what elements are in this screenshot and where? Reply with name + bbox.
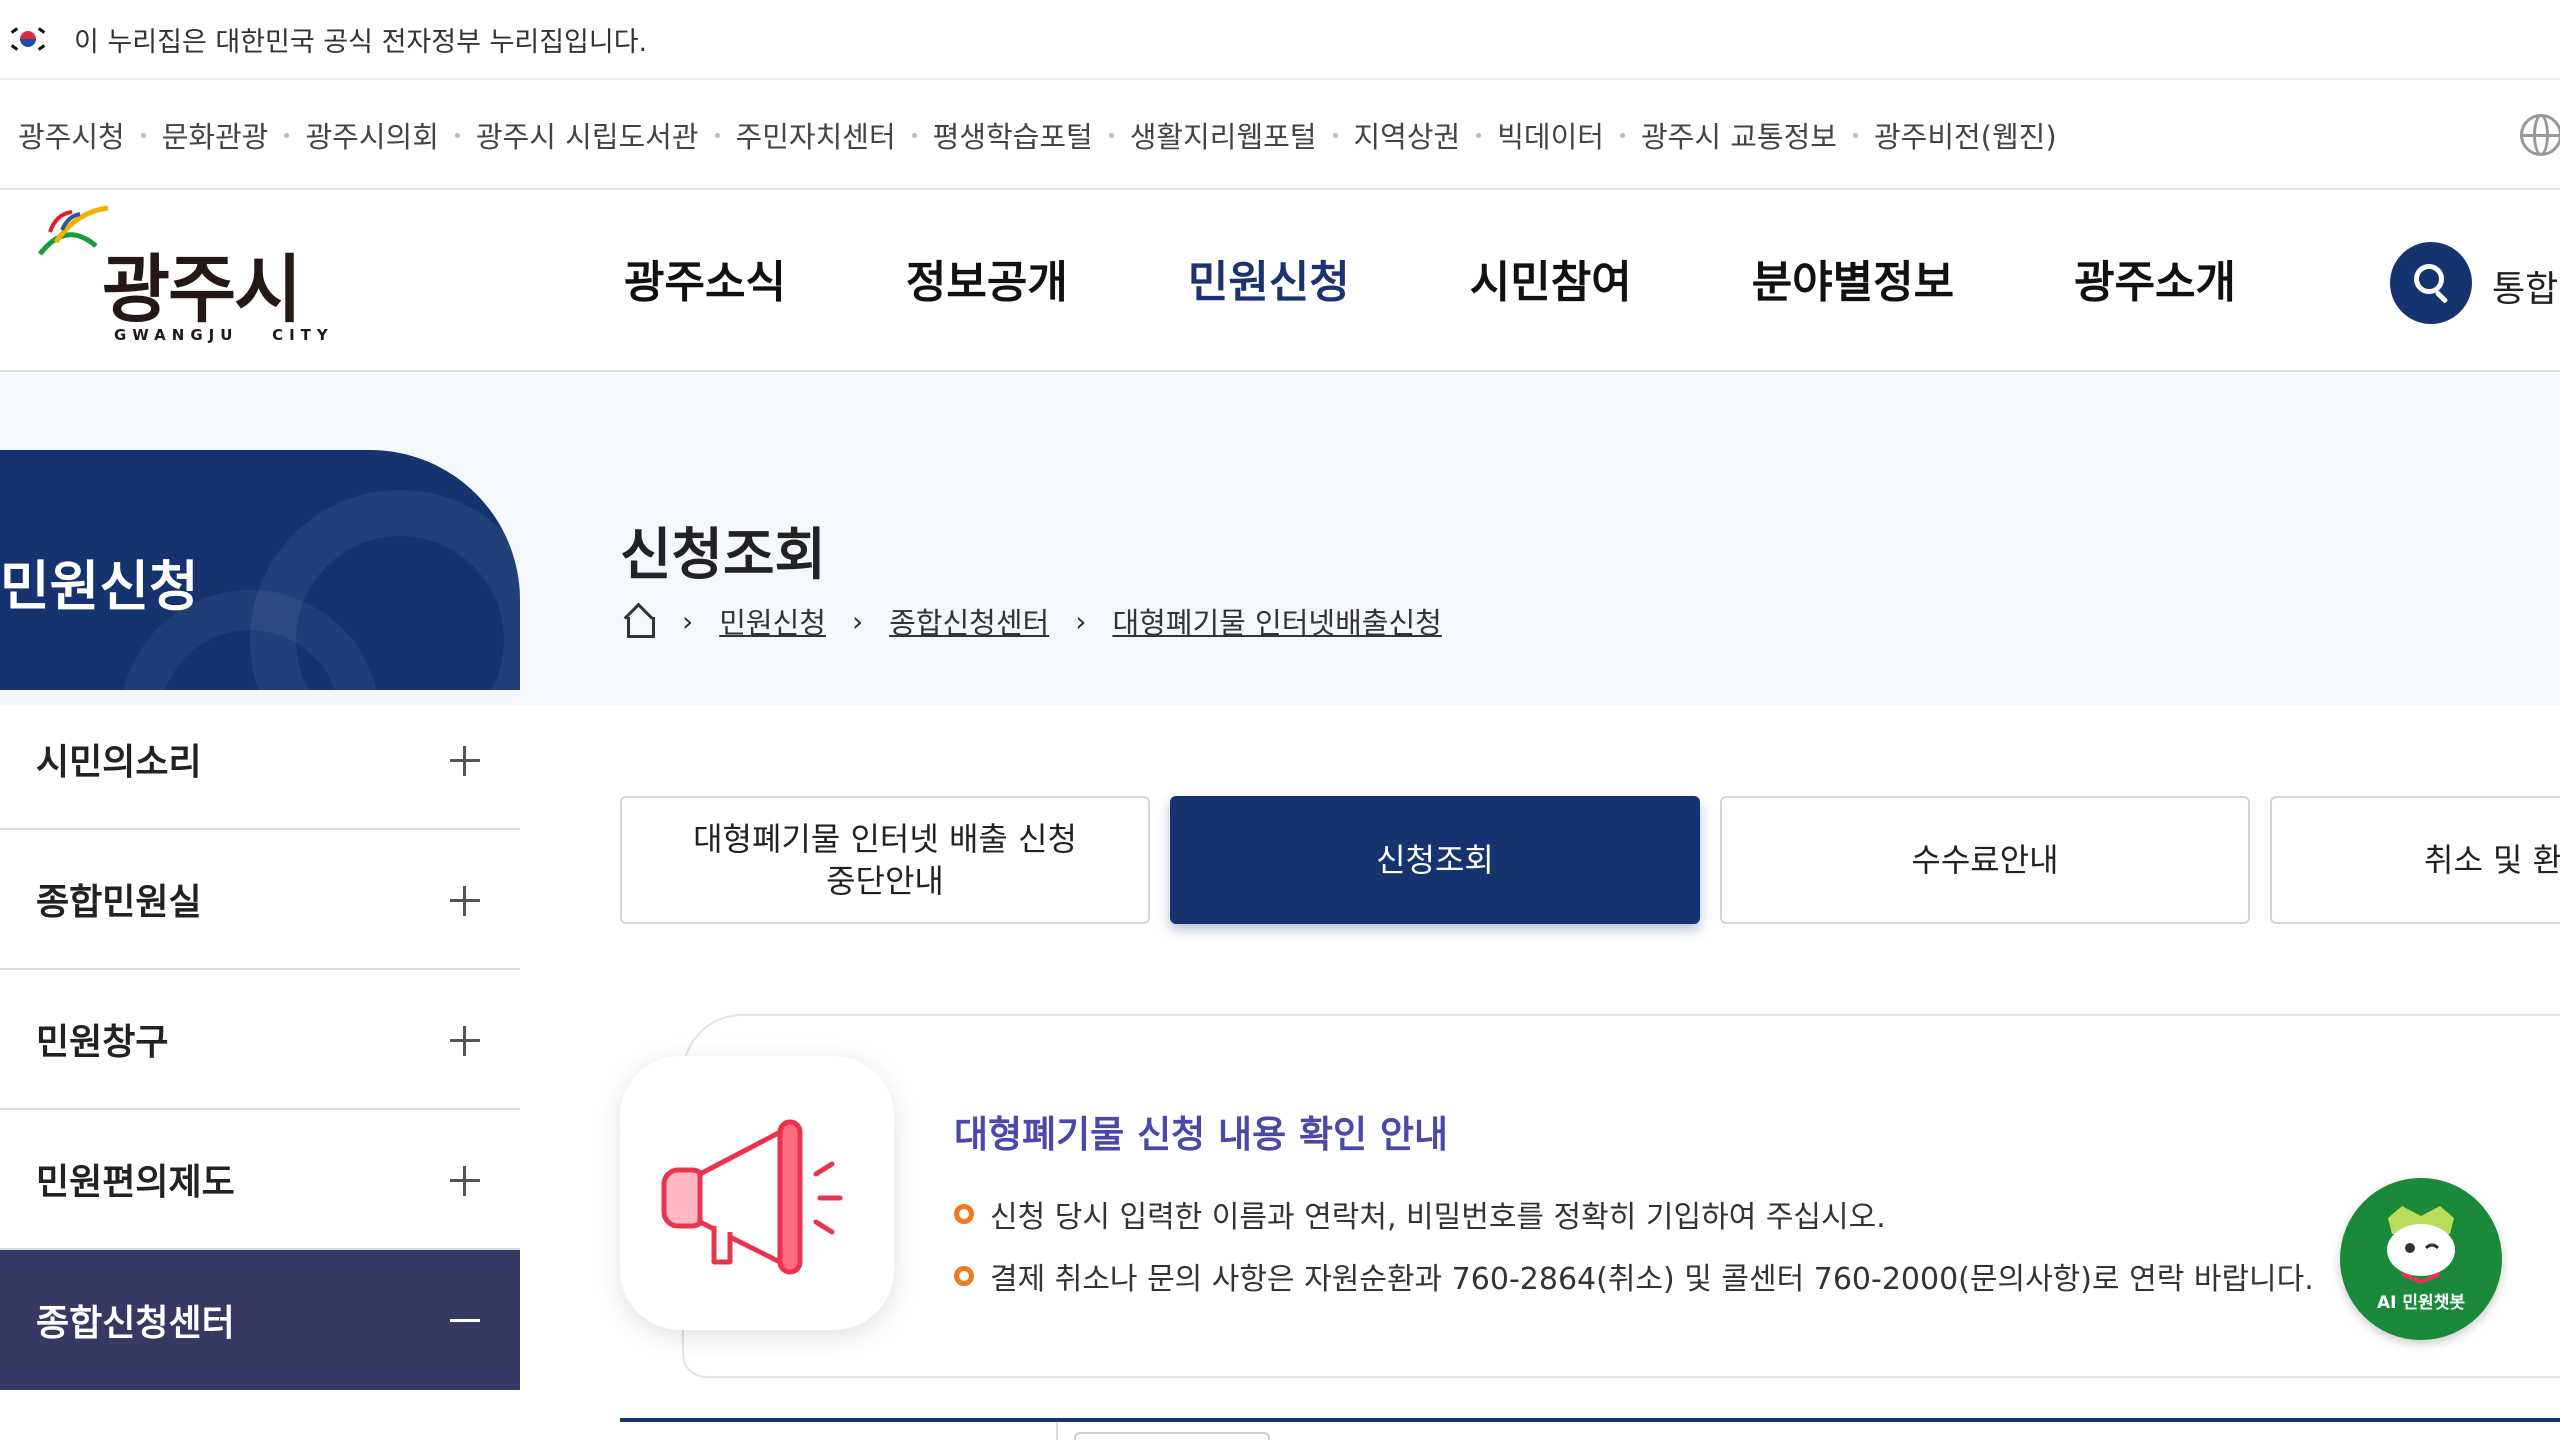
- separator: [1332, 132, 1338, 138]
- tab-service-suspension[interactable]: 대형폐기물 인터넷 배출 신청 중단안내: [620, 796, 1150, 924]
- chatbot-label: AI 민원챗봇: [2377, 1293, 2465, 1313]
- bullet-icon: [954, 1204, 974, 1224]
- inquiry-input[interactable]: [1074, 1432, 1270, 1440]
- sidebar-item-label: 민원창구: [36, 1022, 169, 1063]
- sidebar-item-civil-office[interactable]: 종합민원실: [0, 830, 520, 970]
- tab-label: 신청조회: [1376, 841, 1494, 879]
- sidebar-title: 민원신청: [0, 555, 199, 618]
- breadcrumb: › 민원신청 › 종합신청센터 › 대형폐기물 인터넷배출신청: [620, 600, 1442, 642]
- breadcrumb-link[interactable]: 종합신청센터: [889, 600, 1049, 642]
- notice-line: 결제 취소나 문의 사항은 자원순환과 760-2864(취소) 및 콜센터 7…: [954, 1254, 2314, 1298]
- family-link-culture-tour[interactable]: 문화관광: [162, 114, 269, 156]
- table-top-border: [620, 1418, 2560, 1422]
- sidebar-item-label: 민원편의제도: [36, 1162, 235, 1203]
- content-tabs: 대형폐기물 인터넷 배출 신청 중단안내 신청조회 수수료안내 취소 및 환불안…: [620, 796, 2560, 924]
- search-button[interactable]: [2390, 242, 2472, 324]
- language-globe-icon[interactable]: [2520, 114, 2560, 156]
- tab-label: 수수료안내: [1911, 841, 2059, 879]
- notice-icon-card: [620, 1056, 894, 1330]
- notice-title: 대형폐기물 신청 내용 확인 안내: [954, 1113, 1449, 1156]
- separator: [714, 132, 720, 138]
- bullet-icon: [954, 1266, 974, 1286]
- search-icon: [2414, 264, 2444, 294]
- table-divider: [1056, 1422, 1058, 1440]
- search-label[interactable]: 통합검색: [2492, 260, 2560, 312]
- sidebar-item-civil-convenience[interactable]: 민원편의제도: [0, 1110, 520, 1250]
- sidebar-menu: 시민의소리 종합민원실 민원창구 민원편의제도 종합신청센터: [0, 690, 520, 1390]
- sidebar-header: 민원신청: [0, 450, 520, 690]
- tab-cancel-refund[interactable]: 취소 및 환불안내: [2270, 796, 2560, 924]
- family-link-lifelong-learning[interactable]: 평생학습포털: [933, 114, 1093, 156]
- family-link-city-hall[interactable]: 광주시청: [18, 114, 125, 156]
- family-link-geo-portal[interactable]: 생활지리웹포털: [1130, 114, 1317, 156]
- sidebar-item-application-center[interactable]: 종합신청센터: [0, 1250, 520, 1390]
- site-header: 광주시 GWANGJU CITY 광주소식 정보공개 민원신청 시민참여 분야별…: [0, 190, 2560, 372]
- family-link-city-council[interactable]: 광주시의회: [305, 114, 438, 156]
- separator: [911, 132, 917, 138]
- breadcrumb-link[interactable]: 민원신청: [719, 600, 826, 642]
- gov-banner: 이 누리집은 대한민국 공식 전자정부 누리집입니다.: [0, 0, 2560, 80]
- page-title: 신청조회: [620, 523, 827, 588]
- ai-chatbot-button[interactable]: AI 민원챗봇: [2340, 1178, 2502, 1340]
- family-link-webzine[interactable]: 광주비전(웹진): [1874, 114, 2057, 156]
- family-site-links: 광주시청 문화관광 광주시의회 광주시 시립도서관 주민자치센터 평생학습포털 …: [0, 82, 2560, 190]
- plus-icon[interactable]: [450, 886, 480, 916]
- megaphone-icon: [661, 1119, 843, 1275]
- page: 이 누리집은 대한민국 공식 전자정부 누리집입니다. 광주시청 문화관광 광주…: [0, 0, 2560, 1440]
- gov-banner-text[interactable]: 이 누리집은 대한민국 공식 전자정부 누리집입니다.: [74, 20, 647, 59]
- logo-wordmark: 광주시: [102, 247, 302, 333]
- sidebar-item-citizen-voice[interactable]: 시민의소리: [0, 690, 520, 830]
- home-icon[interactable]: [620, 603, 656, 639]
- main-navigation: 광주소식 정보공개 민원신청 시민참여 분야별정보 광주소개: [624, 246, 2356, 310]
- tab-fee-guide[interactable]: 수수료안내: [1720, 796, 2250, 924]
- separator: [284, 132, 290, 138]
- gnb-item-about-gwangju[interactable]: 광주소개: [2074, 246, 2236, 310]
- separator: [140, 132, 146, 138]
- logo-subtitle: GWANGJU CITY: [114, 326, 334, 344]
- korea-flag-icon: [10, 26, 46, 52]
- chevron-right-icon: ›: [1075, 604, 1087, 638]
- breadcrumb-link[interactable]: 대형폐기물 인터넷배출신청: [1112, 600, 1441, 642]
- family-link-local-commerce[interactable]: 지역상권: [1354, 114, 1461, 156]
- tab-label: 취소 및 환불안내: [2424, 841, 2560, 879]
- chevron-right-icon: ›: [851, 604, 864, 638]
- gnb-item-field-info[interactable]: 분야별정보: [1752, 246, 1954, 310]
- separator: [1619, 132, 1625, 138]
- site-logo[interactable]: 광주시 GWANGJU CITY: [36, 202, 328, 362]
- gnb-item-citizen-participation[interactable]: 시민참여: [1470, 246, 1632, 310]
- chatbot-mascot-icon: [2387, 1206, 2455, 1285]
- plus-icon[interactable]: [450, 1166, 480, 1196]
- sidebar-item-label: 시민의소리: [36, 742, 202, 783]
- notice-line: 신청 당시 입력한 이름과 연락처, 비밀번호를 정확히 기입하여 주십시오.: [954, 1192, 1886, 1236]
- tab-application-inquiry[interactable]: 신청조회: [1170, 796, 1700, 924]
- family-link-traffic-info[interactable]: 광주시 교통정보: [1641, 114, 1837, 156]
- family-link-community-center[interactable]: 주민자치센터: [736, 114, 896, 156]
- gnb-item-info-disclosure[interactable]: 정보공개: [906, 246, 1068, 310]
- notice-text: 신청 당시 입력한 이름과 연락처, 비밀번호를 정확히 기입하여 주십시오.: [990, 1200, 1886, 1235]
- gnb-item-civil-request[interactable]: 민원신청: [1188, 246, 1350, 310]
- family-link-big-data[interactable]: 빅데이터: [1497, 114, 1604, 156]
- plus-icon[interactable]: [450, 746, 480, 776]
- separator: [454, 132, 460, 138]
- separator: [1108, 132, 1114, 138]
- sidebar-item-label: 종합신청센터: [36, 1303, 235, 1344]
- gnb-item-news[interactable]: 광주소식: [624, 246, 786, 310]
- separator: [1852, 132, 1858, 138]
- chevron-right-icon: ›: [682, 604, 694, 638]
- separator: [1476, 132, 1482, 138]
- sidebar-item-civil-window[interactable]: 민원창구: [0, 970, 520, 1110]
- sidebar-item-label: 종합민원실: [36, 882, 202, 923]
- family-link-library[interactable]: 광주시 시립도서관: [476, 114, 699, 156]
- tab-label: 대형폐기물 인터넷 배출 신청 중단안내: [693, 820, 1077, 900]
- minus-icon[interactable]: [450, 1306, 480, 1336]
- notice-text: 결제 취소나 문의 사항은 자원순환과 760-2864(취소) 및 콜센터 7…: [990, 1262, 2314, 1297]
- plus-icon[interactable]: [450, 1026, 480, 1056]
